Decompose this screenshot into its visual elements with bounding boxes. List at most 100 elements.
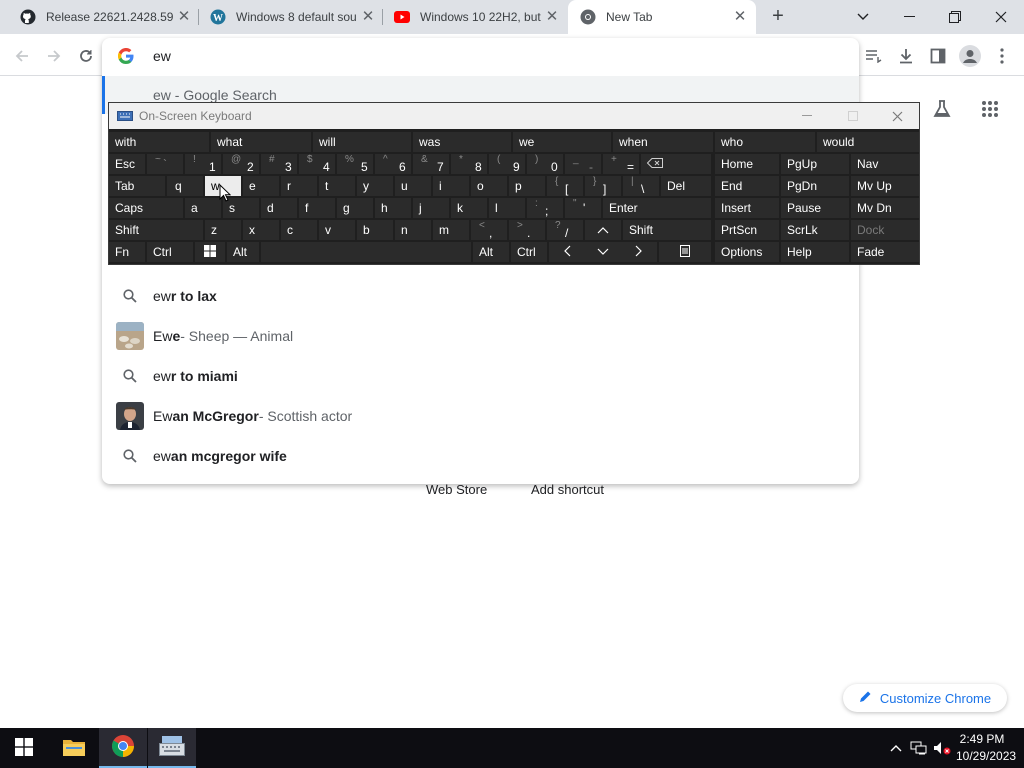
key-u[interactable]: u xyxy=(395,176,431,196)
close-tab-icon[interactable]: ✕ xyxy=(176,9,192,25)
tab-youtube[interactable]: Windows 10 22H2, but ✕ xyxy=(382,0,568,34)
omnibox[interactable] xyxy=(102,38,859,74)
key-i[interactable]: i xyxy=(433,176,469,196)
customize-chrome-button[interactable]: Customize Chrome xyxy=(843,684,1007,712)
suggestion-item[interactable]: ew r to lax xyxy=(102,276,859,316)
osk-maximize-button[interactable] xyxy=(833,103,873,129)
key-left-bracket[interactable]: {[ xyxy=(547,176,583,196)
tab-new-tab[interactable]: New Tab ✕ xyxy=(568,0,756,34)
add-shortcut-button[interactable]: Add shortcut xyxy=(531,482,604,497)
key-n[interactable]: n xyxy=(395,220,431,240)
key-b[interactable]: b xyxy=(357,220,393,240)
prediction-would[interactable]: would xyxy=(817,132,919,152)
key-7[interactable]: & 7 xyxy=(413,154,449,174)
key-pause[interactable]: Pause xyxy=(781,198,849,218)
key-y[interactable]: y xyxy=(357,176,393,196)
tab-search-icon[interactable] xyxy=(840,0,886,34)
key-slash[interactable]: ? / xyxy=(547,220,583,240)
key-backslash[interactable]: | \ xyxy=(623,176,659,196)
labs-flask-icon[interactable] xyxy=(929,96,955,122)
key-e[interactable]: e xyxy=(243,176,279,196)
key-c[interactable]: c xyxy=(281,220,317,240)
key-right-alt[interactable]: Alt xyxy=(473,242,509,262)
key-0[interactable]: ) 0 xyxy=(527,154,563,174)
key-backtick[interactable]: ~ ` xyxy=(147,154,183,174)
prediction-who[interactable]: who xyxy=(715,132,815,152)
key-a[interactable]: a xyxy=(185,198,221,218)
key-period[interactable]: >. xyxy=(509,220,545,240)
network-icon[interactable] xyxy=(909,738,929,758)
right-arrow-key[interactable] xyxy=(621,242,657,262)
key-5[interactable]: % 5 xyxy=(337,154,373,174)
prediction-will[interactable]: will xyxy=(313,132,411,152)
suggestion-item[interactable]: Ew an McGregor - Scottish actor xyxy=(102,396,859,436)
key-4[interactable]: $4 xyxy=(299,154,335,174)
prediction-was[interactable]: was xyxy=(413,132,511,152)
new-tab-button[interactable]: + xyxy=(766,5,790,29)
key-mv-up[interactable]: Mv Up xyxy=(851,176,919,196)
prediction-what[interactable]: what xyxy=(211,132,311,152)
key-space[interactable] xyxy=(261,242,471,262)
osk-close-button[interactable] xyxy=(877,103,917,129)
apps-grid-icon[interactable] xyxy=(977,96,1003,122)
omnibox-input[interactable] xyxy=(153,48,753,64)
key-6[interactable]: ^ 6 xyxy=(375,154,411,174)
key-8[interactable]: * 8 xyxy=(451,154,487,174)
prediction-with[interactable]: with xyxy=(109,132,209,152)
key-alt[interactable]: Alt xyxy=(227,242,259,262)
key-3[interactable]: #3 xyxy=(261,154,297,174)
forward-icon[interactable] xyxy=(40,42,68,70)
close-tab-icon[interactable]: ✕ xyxy=(732,9,748,25)
key-9[interactable]: (9 xyxy=(489,154,525,174)
down-arrow-key[interactable] xyxy=(585,242,621,262)
key-scrlk[interactable]: ScrLk xyxy=(781,220,849,240)
key-o[interactable]: o xyxy=(471,176,507,196)
close-tab-icon[interactable]: ✕ xyxy=(544,9,560,25)
key-caps[interactable]: Caps xyxy=(109,198,183,218)
reading-list-icon[interactable] xyxy=(860,42,888,70)
prediction-when[interactable]: when xyxy=(613,132,713,152)
left-arrow-key[interactable] xyxy=(549,242,585,262)
key-minus[interactable]: _ - xyxy=(565,154,601,174)
osk-minimize-button[interactable] xyxy=(787,103,827,129)
key-pgdn[interactable]: PgDn xyxy=(781,176,849,196)
key-fn[interactable]: Fn xyxy=(109,242,145,262)
close-window-button[interactable] xyxy=(978,0,1024,34)
key-dock[interactable]: Dock xyxy=(851,220,919,240)
key-v[interactable]: v xyxy=(319,220,355,240)
key-help[interactable]: Help xyxy=(781,242,849,262)
key-1[interactable]: ! 1 xyxy=(185,154,221,174)
key-options[interactable]: Options xyxy=(715,242,779,262)
key-mv-dn[interactable]: Mv Dn xyxy=(851,198,919,218)
backspace-key[interactable] xyxy=(641,154,711,174)
key-fade[interactable]: Fade xyxy=(851,242,919,262)
key-home[interactable]: Home xyxy=(715,154,779,174)
web-store-shortcut[interactable]: Web Store xyxy=(426,482,487,497)
key-2[interactable]: @2 xyxy=(223,154,259,174)
key-quote[interactable]: " ' xyxy=(565,198,601,218)
key-pgup[interactable]: PgUp xyxy=(781,154,849,174)
back-icon[interactable] xyxy=(8,42,36,70)
key-tab[interactable]: Tab xyxy=(109,176,165,196)
key-ctrl[interactable]: Ctrl xyxy=(147,242,193,262)
up-arrow-key[interactable] xyxy=(585,220,621,240)
key-enter[interactable]: Enter xyxy=(603,198,711,218)
suggestion-item[interactable]: Ew e - Sheep — Animal xyxy=(102,316,859,356)
taskbar-clock[interactable]: 2:49 PM 10/29/2023 xyxy=(956,731,1016,765)
key-del[interactable]: Del xyxy=(661,176,711,196)
profile-avatar-icon[interactable] xyxy=(956,42,984,70)
start-button[interactable] xyxy=(0,728,48,768)
key-z[interactable]: z xyxy=(205,220,241,240)
key-t[interactable]: t xyxy=(319,176,355,196)
key-g[interactable]: g xyxy=(337,198,373,218)
key-comma[interactable]: <, xyxy=(471,220,507,240)
windows-key[interactable] xyxy=(195,242,225,262)
key-semicolon[interactable]: :; xyxy=(527,198,563,218)
minimize-button[interactable] xyxy=(886,0,932,34)
tab-wordpress[interactable]: W Windows 8 default sou ✕ xyxy=(198,0,384,34)
key-j[interactable]: j xyxy=(413,198,449,218)
reload-icon[interactable] xyxy=(72,42,100,70)
key-h[interactable]: h xyxy=(375,198,411,218)
show-hidden-icons-chevron-icon[interactable] xyxy=(886,738,906,758)
key-insert[interactable]: Insert xyxy=(715,198,779,218)
